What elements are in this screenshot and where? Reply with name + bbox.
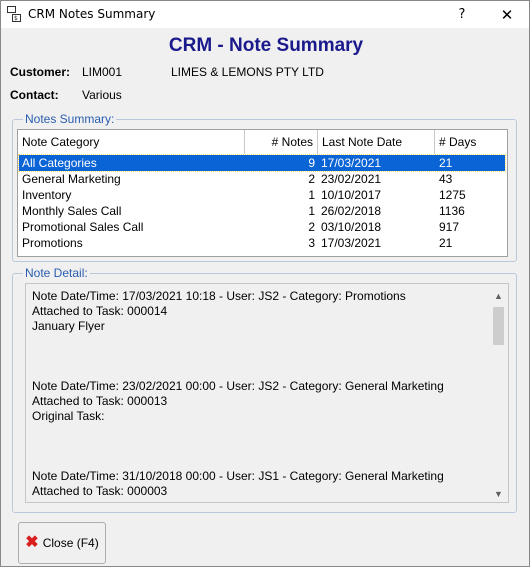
svg-text:$: $ [14, 15, 18, 22]
cell-category: General Marketing [22, 172, 121, 186]
cell-days: 21 [439, 156, 453, 170]
note-detail-scrollbar[interactable]: ▲ ▼ [490, 286, 507, 501]
cell-last-date: 17/03/2021 [321, 236, 382, 250]
close-x-icon: ✖ [25, 534, 39, 551]
close-button[interactable]: ✖ Close (F4) [18, 522, 106, 564]
notes-summary-legend: Notes Summary: [23, 112, 117, 126]
customer-code: LIM001 [82, 65, 123, 79]
scroll-down-arrow-icon[interactable]: ▼ [490, 486, 507, 501]
app-icon: $ [7, 6, 21, 22]
cell-last-date: 10/10/2017 [321, 188, 382, 202]
cell-last-date: 23/02/2021 [321, 172, 382, 186]
cell-last-date: 03/10/2018 [321, 220, 382, 234]
customer-name: LIMES & LEMONS PTY LTD [171, 65, 324, 79]
contact-value: Various [82, 88, 122, 102]
cell-last-date: 26/02/2018 [321, 204, 382, 218]
customer-label: Customer: [10, 65, 71, 79]
crm-notes-summary-window: $ CRM Notes Summary ? ✕ CRM - Note Summa… [0, 0, 530, 567]
contact-label: Contact: [10, 88, 59, 102]
column-header-notes-count[interactable]: # Notes [245, 130, 318, 154]
list-item[interactable]: Promotions 3 17/03/2021 21 [19, 235, 505, 251]
title-bar: $ CRM Notes Summary ? ✕ [1, 1, 529, 28]
list-item[interactable]: All Categories 9 17/03/2021 21 [18, 154, 506, 172]
list-item[interactable]: Inventory 1 10/10/2017 1275 [19, 187, 505, 203]
cell-category: All Categories [22, 156, 97, 170]
list-item[interactable]: General Marketing 2 23/02/2021 43 [19, 171, 505, 187]
note-detail-textarea[interactable]: Note Date/Time: 17/03/2021 10:18 - User:… [25, 283, 509, 503]
note-detail-text: Note Date/Time: 17/03/2021 10:18 - User:… [32, 289, 444, 498]
column-header-note-category[interactable]: Note Category [18, 130, 245, 154]
page-title: CRM - Note Summary [168, 35, 364, 56]
cell-notes: 1 [308, 188, 315, 202]
cell-days: 21 [439, 236, 453, 250]
cell-category: Promotions [22, 236, 83, 250]
column-header-days[interactable]: # Days [435, 130, 507, 154]
list-item[interactable]: Promotional Sales Call 2 03/10/2018 917 [19, 219, 505, 235]
note-detail-legend: Note Detail: [23, 266, 90, 280]
list-item[interactable]: Monthly Sales Call 1 26/02/2018 1136 [19, 203, 505, 219]
column-header-last-note-date[interactable]: Last Note Date [318, 130, 435, 154]
cell-days: 43 [439, 172, 453, 186]
cell-last-date: 17/03/2021 [321, 156, 382, 170]
close-button-label: Close (F4) [42, 536, 99, 550]
cell-category: Promotional Sales Call [22, 220, 144, 234]
cell-days: 1275 [439, 188, 466, 202]
help-button[interactable]: ? [443, 1, 481, 28]
cell-notes: 2 [308, 172, 315, 186]
cell-category: Monthly Sales Call [22, 204, 122, 218]
window-title: CRM Notes Summary [28, 7, 156, 21]
cell-days: 917 [439, 220, 460, 234]
cell-notes: 9 [308, 156, 315, 170]
cell-days: 1136 [439, 204, 465, 218]
cell-notes: 1 [308, 204, 315, 218]
cell-notes: 2 [308, 220, 315, 234]
scroll-up-arrow-icon[interactable]: ▲ [490, 288, 507, 303]
window-close-button[interactable]: ✕ [488, 1, 526, 28]
list-header: Note Category # Notes Last Note Date # D… [18, 130, 507, 154]
cell-notes: 3 [308, 236, 315, 250]
cell-category: Inventory [22, 188, 72, 202]
scrollbar-thumb[interactable] [493, 307, 504, 345]
notes-summary-list[interactable]: Note Category # Notes Last Note Date # D… [17, 129, 508, 257]
